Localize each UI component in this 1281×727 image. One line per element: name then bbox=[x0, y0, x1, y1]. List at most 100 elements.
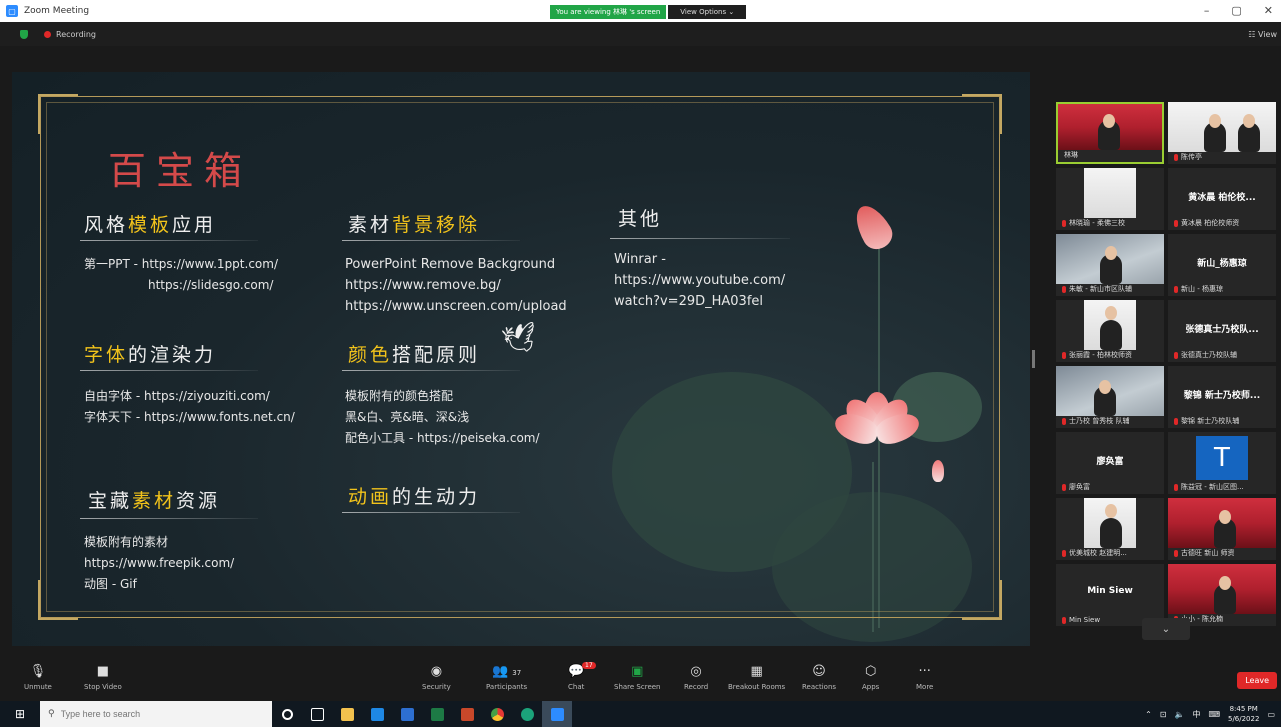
participant-video bbox=[1084, 168, 1136, 218]
participant-tile[interactable]: 小小 - 陈允楠 bbox=[1168, 564, 1276, 626]
view-options-button[interactable]: View Options ⌄ bbox=[668, 5, 747, 19]
leave-button[interactable]: Leave bbox=[1237, 672, 1277, 689]
recording-dot-icon bbox=[44, 30, 51, 38]
participant-tile[interactable]: 黄冰晨 柏伦校... 黄冰晨 柏伦校师资 bbox=[1168, 168, 1276, 230]
participant-name: 优美城校 赵建明... bbox=[1062, 548, 1127, 558]
participant-tile[interactable]: 林晓瑜 - 柔佛三校 bbox=[1056, 168, 1164, 230]
participant-tile[interactable]: 黎锦 新士乃校师... 黎锦 新士乃校队辅 bbox=[1168, 366, 1276, 428]
participant-name: 张德真士乃校队辅 bbox=[1174, 350, 1237, 360]
participant-video bbox=[1084, 498, 1136, 548]
section-body-bg-removal: PowerPoint Remove Background https://www… bbox=[345, 254, 567, 317]
more-button[interactable]: ··· More bbox=[916, 664, 933, 691]
powerpoint-icon[interactable] bbox=[452, 701, 482, 727]
task-view-icon[interactable] bbox=[302, 701, 332, 727]
share-screen-button[interactable]: ▣ Share Screen bbox=[614, 664, 661, 691]
chat-unread-badge: 17 bbox=[582, 662, 596, 669]
start-button-windows-icon[interactable]: ⊞ bbox=[0, 701, 40, 727]
share-screen-icon: ▣ bbox=[631, 664, 644, 679]
mic-muted-icon bbox=[1174, 483, 1178, 491]
participant-center-name: 黄冰晨 柏伦校... bbox=[1188, 193, 1256, 203]
section-heading-animation: 动画的生动力 bbox=[348, 486, 481, 508]
reactions-icon: ☺ bbox=[812, 664, 826, 679]
heading-underline bbox=[80, 518, 258, 519]
shared-screen: 百宝箱 风格模板应用 第一PPT - https://www.1ppt.com/… bbox=[12, 72, 1030, 646]
record-button[interactable]: ◎ Record bbox=[684, 664, 708, 691]
mic-muted-icon bbox=[1062, 351, 1066, 359]
participant-center-name: 张德真士乃校队... bbox=[1185, 325, 1259, 335]
network-icon[interactable]: ⊡ bbox=[1160, 710, 1167, 719]
file-explorer-icon[interactable] bbox=[332, 701, 362, 727]
security-shield-icon[interactable] bbox=[20, 29, 28, 39]
participant-tile[interactable]: 廖奂富 廖奂富 bbox=[1056, 432, 1164, 494]
chevron-up-icon[interactable]: ⌃ bbox=[1145, 710, 1152, 719]
participant-tile[interactable]: 张德真士乃校队... 张德真士乃校队辅 bbox=[1168, 300, 1276, 362]
video-camera-icon: ■ bbox=[96, 664, 110, 679]
body-line: 模板附有的颜色搭配 bbox=[345, 389, 454, 403]
store-icon[interactable] bbox=[392, 701, 422, 727]
share-status: You are viewing 林琳 's screen bbox=[550, 5, 667, 19]
unmute-button[interactable]: 🎙 Unmute bbox=[24, 664, 52, 691]
participant-video bbox=[1058, 104, 1162, 150]
body-line: https://www.youtube.com/ bbox=[614, 273, 786, 288]
heading-underline bbox=[80, 240, 258, 241]
section-heading-assets: 宝藏素材资源 bbox=[88, 490, 221, 512]
apps-button[interactable]: ⬡ Apps bbox=[862, 664, 879, 691]
participant-tile[interactable]: 朱敏 - 新山市区队辅 bbox=[1056, 234, 1164, 296]
participant-video bbox=[1056, 234, 1164, 284]
participant-tile[interactable]: T 陈益冠 - 新山区图... bbox=[1168, 432, 1276, 494]
participant-name: 陈传亭 bbox=[1174, 152, 1202, 162]
participant-tile[interactable]: 新山_杨惠琼 新山 - 杨惠琼 bbox=[1168, 234, 1276, 296]
more-icon: ··· bbox=[918, 664, 931, 679]
volume-icon[interactable]: 🔈 bbox=[1174, 710, 1184, 719]
participant-tile[interactable]: 陈传亭 bbox=[1168, 102, 1276, 164]
participant-tile[interactable]: 优美城校 赵建明... bbox=[1056, 498, 1164, 560]
security-button[interactable]: ◉ Security bbox=[422, 664, 451, 691]
view-button[interactable]: ☷ View bbox=[1248, 30, 1277, 39]
body-line: 字体天下 - https://www.fonts.net.cn/ bbox=[84, 410, 295, 424]
ime-indicator[interactable]: 中 bbox=[1192, 709, 1200, 720]
shield-icon: ◉ bbox=[430, 664, 443, 679]
close-button[interactable]: ✕ bbox=[1264, 4, 1273, 17]
excel-icon[interactable] bbox=[422, 701, 452, 727]
participant-name: 黎锦 新士乃校队辅 bbox=[1174, 416, 1239, 426]
stop-video-button[interactable]: ■ Stop Video bbox=[84, 664, 122, 691]
zoom-taskbar-icon[interactable] bbox=[542, 701, 572, 727]
restore-button[interactable]: ▢ bbox=[1231, 4, 1241, 17]
meeting-infobar: Recording ☷ View bbox=[0, 22, 1281, 46]
breakout-rooms-button[interactable]: ▦ Breakout Rooms bbox=[728, 664, 785, 691]
minimize-button[interactable]: – bbox=[1204, 4, 1210, 17]
mail-icon[interactable] bbox=[362, 701, 392, 727]
apps-icon: ⬡ bbox=[864, 664, 877, 679]
edge-icon[interactable] bbox=[512, 701, 542, 727]
participant-tile[interactable]: 张丽霞 - 柏林校师资 bbox=[1056, 300, 1164, 362]
chat-button[interactable]: 💬 17 Chat bbox=[568, 662, 596, 691]
keyboard-icon[interactable]: ⌨ bbox=[1208, 710, 1220, 719]
body-line: 模板附有的素材 bbox=[84, 535, 169, 549]
notifications-icon[interactable]: ▭ bbox=[1267, 710, 1275, 719]
participant-avatar: T bbox=[1196, 436, 1248, 480]
gallery-scroll-down-button[interactable]: ⌄ bbox=[1142, 618, 1190, 640]
participant-center-name: 新山_杨惠琼 bbox=[1197, 259, 1247, 269]
participants-button[interactable]: 👥 37 Participants bbox=[486, 664, 527, 691]
clock[interactable]: 8:45 PM 5/6/2022 bbox=[1228, 704, 1259, 724]
participant-tile[interactable]: 林琳 bbox=[1056, 102, 1164, 164]
participant-name: 古德旺 新山 师资 bbox=[1174, 548, 1234, 558]
taskbar-search[interactable]: ⚲ bbox=[40, 701, 272, 727]
mic-muted-icon bbox=[1062, 483, 1066, 491]
participant-tile[interactable]: 士乃校 曾秀枝 队辅 bbox=[1056, 366, 1164, 428]
participant-tile[interactable]: 古德旺 新山 师资 bbox=[1168, 498, 1276, 560]
taskbar-search-input[interactable] bbox=[60, 709, 251, 719]
reactions-button[interactable]: ☺ Reactions bbox=[802, 664, 836, 691]
participant-center-name: 廖奂富 bbox=[1096, 457, 1124, 467]
body-line: https://www.unscreen.com/upload bbox=[345, 299, 567, 314]
window-controls: – ▢ ✕ bbox=[1204, 4, 1273, 17]
mic-off-icon: 🎙 bbox=[29, 664, 47, 679]
participant-video bbox=[1168, 498, 1276, 548]
heading-underline bbox=[342, 240, 520, 241]
participants-icon: 👥 37 bbox=[491, 664, 522, 679]
window-title: Zoom Meeting bbox=[24, 6, 90, 16]
cortana-icon[interactable] bbox=[272, 701, 302, 727]
participant-tile[interactable]: Min Siew Min Siew bbox=[1056, 564, 1164, 626]
chrome-icon[interactable] bbox=[482, 701, 512, 727]
panel-resize-handle[interactable] bbox=[1032, 350, 1035, 368]
